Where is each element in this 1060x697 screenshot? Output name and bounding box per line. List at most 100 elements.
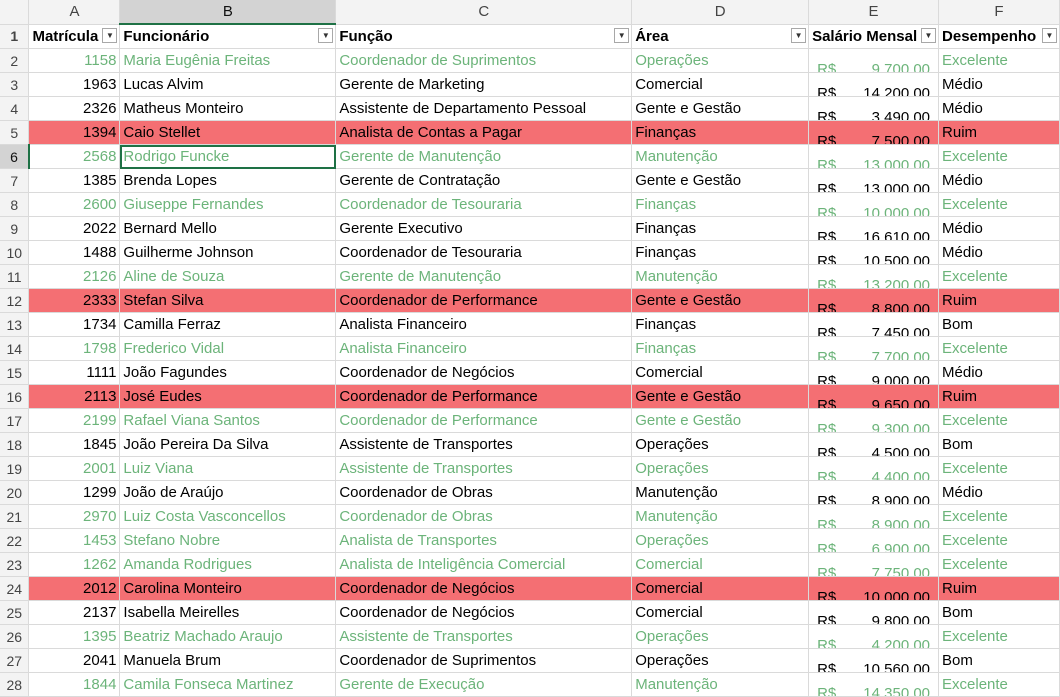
cell-salario[interactable]: R$ 10.000,00 (808, 576, 940, 601)
cell-salario[interactable]: R$ 10.000,00 (808, 192, 940, 217)
row-header[interactable]: 28 (0, 672, 30, 697)
cell-funcionario[interactable]: Caio Stellet (119, 120, 337, 145)
cell-desempenho[interactable]: Bom (938, 648, 1060, 673)
cell-funcionario[interactable]: João de Araújo (119, 480, 337, 505)
cell-salario[interactable]: R$ 8.900,00 (808, 504, 940, 529)
cell-matricula[interactable]: 2041 (28, 648, 121, 673)
cell-area[interactable]: Gente e Gestão (631, 96, 810, 121)
row-header[interactable]: 14 (0, 336, 30, 361)
cell-funcionario[interactable]: José Eudes (119, 384, 337, 409)
cell-desempenho[interactable]: Médio (938, 480, 1060, 505)
row-header[interactable]: 11 (0, 264, 30, 289)
cell-matricula[interactable]: 2326 (28, 96, 121, 121)
cell-desempenho[interactable]: Excelente (938, 672, 1060, 697)
cell-salario[interactable]: R$ 3.490,00 (808, 96, 940, 121)
cell-salario[interactable]: R$ 7.500,00 (808, 120, 940, 145)
cell-funcao[interactable]: Gerente Executivo (335, 216, 633, 241)
cell-area[interactable]: Comercial (631, 552, 810, 577)
header-salario[interactable]: Salário Mensal ▼ (808, 24, 940, 49)
cell-matricula[interactable]: 1798 (28, 336, 121, 361)
cell-desempenho[interactable]: Excelente (938, 528, 1060, 553)
cell-funcionario[interactable]: Matheus Monteiro (119, 96, 337, 121)
cell-funcao[interactable]: Gerente de Execução (335, 672, 633, 697)
cell-salario[interactable]: R$ 4.500,00 (808, 432, 940, 457)
cell-matricula[interactable]: 1385 (28, 168, 121, 193)
row-header[interactable]: 7 (0, 168, 30, 193)
row-header[interactable]: 3 (0, 72, 30, 97)
row-header[interactable]: 8 (0, 192, 30, 217)
cell-salario[interactable]: R$ 7.450,00 (808, 312, 940, 337)
cell-matricula[interactable]: 2333 (28, 288, 121, 313)
dropdown-arrow-icon[interactable]: ▼ (614, 27, 630, 43)
cell-funcao[interactable]: Coordenador de Obras (335, 504, 633, 529)
cell-desempenho[interactable]: Médio (938, 360, 1060, 385)
cell-salario[interactable]: R$ 7.700,00 (808, 336, 940, 361)
cell-area[interactable]: Finanças (631, 336, 810, 361)
cell-desempenho[interactable]: Médio (938, 240, 1060, 265)
cell-funcao[interactable]: Assistente de Transportes (335, 456, 633, 481)
dropdown-arrow-icon[interactable]: ▼ (791, 27, 807, 43)
cell-area[interactable]: Manutenção (631, 504, 810, 529)
cell-desempenho[interactable]: Excelente (938, 408, 1060, 433)
cell-funcao[interactable]: Gerente de Manutenção (335, 264, 633, 289)
cell-desempenho[interactable]: Ruim (938, 120, 1060, 145)
cell-area[interactable]: Manutenção (631, 264, 810, 289)
cell-funcao[interactable]: Analista de Contas a Pagar (335, 120, 633, 145)
row-header[interactable]: 13 (0, 312, 30, 337)
cell-area[interactable]: Manutenção (631, 672, 810, 697)
cell-salario[interactable]: R$ 10.500,00 (808, 240, 940, 265)
row-header[interactable]: 20 (0, 480, 30, 505)
row-header[interactable]: 10 (0, 240, 30, 265)
cell-funcao[interactable]: Coordenador de Negócios (335, 576, 633, 601)
cell-funcionario[interactable]: Frederico Vidal (119, 336, 337, 361)
cell-salario[interactable]: R$ 4.200,00 (808, 624, 940, 649)
cell-funcao[interactable]: Coordenador de Tesouraria (335, 192, 633, 217)
column-header-a[interactable]: A (28, 0, 121, 25)
cell-desempenho[interactable]: Excelente (938, 192, 1060, 217)
cell-desempenho[interactable]: Médio (938, 72, 1060, 97)
cell-funcao[interactable]: Gerente de Manutenção (335, 144, 633, 169)
column-header-f[interactable]: F (938, 0, 1060, 25)
cell-desempenho[interactable]: Médio (938, 216, 1060, 241)
cell-funcionario[interactable]: Beatriz Machado Araujo (119, 624, 337, 649)
cell-desempenho[interactable]: Excelente (938, 336, 1060, 361)
cell-funcionario[interactable]: Camilla Ferraz (119, 312, 337, 337)
cell-salario[interactable]: R$ 7.750,00 (808, 552, 940, 577)
cell-salario[interactable]: R$ 14.200,00 (808, 72, 940, 97)
cell-area[interactable]: Comercial (631, 360, 810, 385)
cell-funcao[interactable]: Coordenador de Performance (335, 288, 633, 313)
header-matricula[interactable]: Matrícula ▼ (28, 24, 121, 49)
cell-desempenho[interactable]: Bom (938, 432, 1060, 457)
cell-matricula[interactable]: 1395 (28, 624, 121, 649)
cell-funcionario[interactable]: Rodrigo Funcke (119, 144, 337, 169)
cell-area[interactable]: Operações (631, 48, 810, 73)
cell-matricula[interactable]: 1299 (28, 480, 121, 505)
column-header-e[interactable]: E (808, 0, 940, 25)
cell-matricula[interactable]: 1734 (28, 312, 121, 337)
cell-area[interactable]: Manutenção (631, 144, 810, 169)
row-header[interactable]: 21 (0, 504, 30, 529)
cell-matricula[interactable]: 1453 (28, 528, 121, 553)
cell-area[interactable]: Operações (631, 456, 810, 481)
row-header[interactable]: 4 (0, 96, 30, 121)
cell-salario[interactable]: R$ 9.700,00 (808, 48, 940, 73)
cell-desempenho[interactable]: Bom (938, 312, 1060, 337)
cell-funcionario[interactable]: Camila Fonseca Martinez (119, 672, 337, 697)
row-header[interactable]: 25 (0, 600, 30, 625)
cell-desempenho[interactable]: Excelente (938, 504, 1060, 529)
row-header[interactable]: 1 (0, 24, 30, 49)
cell-salario[interactable]: R$ 13.200,00 (808, 264, 940, 289)
cell-funcao[interactable]: Assistente de Departamento Pessoal (335, 96, 633, 121)
cell-desempenho[interactable]: Excelente (938, 624, 1060, 649)
cell-matricula[interactable]: 2970 (28, 504, 121, 529)
cell-funcao[interactable]: Analista Financeiro (335, 312, 633, 337)
cell-desempenho[interactable]: Ruim (938, 384, 1060, 409)
cell-area[interactable]: Operações (631, 432, 810, 457)
cell-funcionario[interactable]: João Fagundes (119, 360, 337, 385)
cell-funcionario[interactable]: Brenda Lopes (119, 168, 337, 193)
dropdown-arrow-icon[interactable]: ▼ (921, 27, 937, 43)
cell-desempenho[interactable]: Médio (938, 96, 1060, 121)
cell-desempenho[interactable]: Ruim (938, 288, 1060, 313)
cell-salario[interactable]: R$ 13.000,00 (808, 168, 940, 193)
header-funcionario[interactable]: Funcionário ▼ (119, 24, 337, 49)
